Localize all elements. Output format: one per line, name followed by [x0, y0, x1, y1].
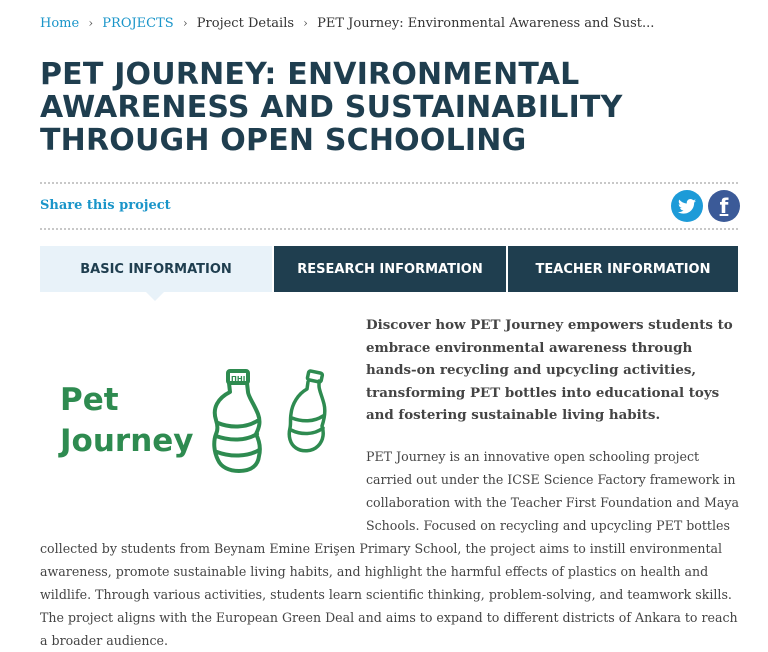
twitter-share-button[interactable] [671, 190, 703, 222]
breadcrumb-details: Project Details [196, 16, 295, 31]
facebook-icon: f [719, 194, 729, 218]
dotted-divider [40, 228, 738, 230]
dotted-divider [40, 182, 738, 184]
twitter-icon [678, 198, 696, 214]
lead-paragraph: Discover how PET Journey empowers studen… [366, 317, 733, 423]
breadcrumb-separator: › [88, 16, 94, 30]
tab-research-information[interactable]: RESEARCH INFORMATION [274, 246, 506, 292]
info-tabs: BASIC INFORMATION RESEARCH INFORMATION T… [40, 246, 738, 301]
breadcrumb-separator: › [182, 16, 188, 30]
bottle-cap-text: ΠHI [231, 375, 245, 383]
tab-teacher-information[interactable]: TEACHER INFORMATION [508, 246, 738, 292]
logo-text-line1: Pet [60, 382, 119, 418]
breadcrumb-separator: › [303, 16, 308, 30]
breadcrumb: Home › PROJECTS › Project Details › PET … [40, 16, 654, 31]
body-paragraph: PET Journey is an innovative open school… [40, 445, 740, 652]
tab-basic-information[interactable]: BASIC INFORMATION [40, 246, 272, 301]
share-project-link[interactable]: Share this project [40, 198, 171, 213]
breadcrumb-current: PET Journey: Environmental Awareness and… [317, 16, 655, 31]
float-spacer [40, 445, 366, 537]
small-bottle-icon [287, 369, 327, 453]
breadcrumb-projects-link[interactable]: PROJECTS [102, 16, 173, 31]
page-title: PET JOURNEY: ENVIRONMENTAL AWARENESS AND… [40, 57, 623, 158]
facebook-share-button[interactable]: f [708, 190, 740, 222]
breadcrumb-home-link[interactable]: Home [40, 16, 79, 31]
